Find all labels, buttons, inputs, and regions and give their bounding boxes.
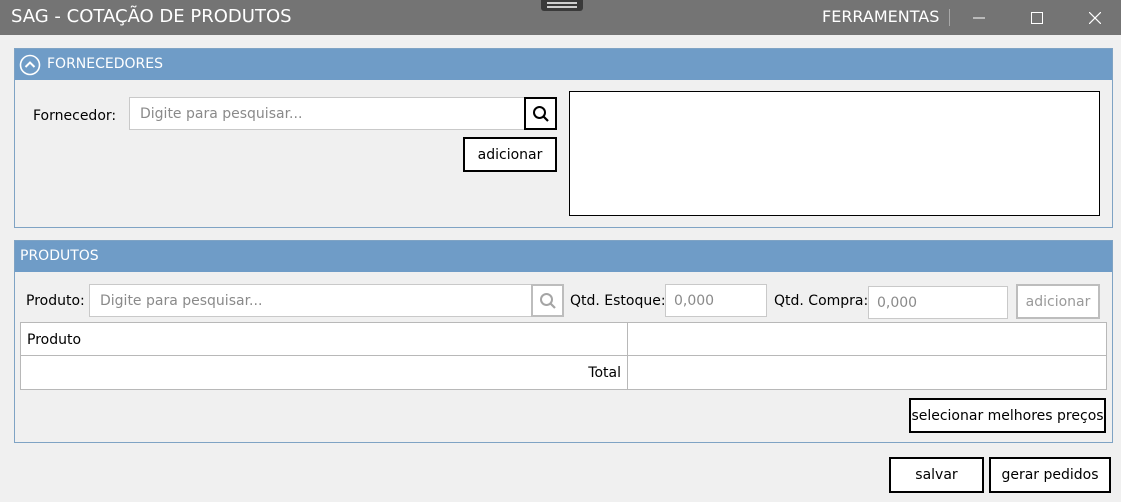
produtos-header: PRODUTOS [15,241,1112,272]
qtd-estoque-field[interactable]: 0,000 [665,284,767,317]
qtd-compra-field[interactable]: 0,000 [868,286,1008,319]
qtd-estoque-value: 0,000 [674,292,715,309]
produtos-title: PRODUTOS [20,248,99,264]
qtd-compra-label: Qtd. Compra: [774,293,869,309]
table-header-row: Produto [21,323,1106,356]
window-title: SAG - COTAÇÃO DE PRODUTOS [11,6,292,27]
produto-search-placeholder: Digite para pesquisar... [100,292,263,309]
total-label: Total [588,364,621,381]
drag-grip-icon[interactable] [541,0,583,11]
fornecedor-search-button[interactable] [524,97,557,130]
fornecedores-panel: FORNECEDORES Fornecedor: Digite para pes… [14,48,1113,228]
select-best-prices-button[interactable]: selecionar melhores preços [909,398,1106,433]
generate-orders-button[interactable]: gerar pedidos [989,457,1111,493]
fornecedor-label: Fornecedor: [33,108,117,124]
table-column-divider [627,323,628,389]
fornecedores-title: FORNECEDORES [47,56,163,72]
search-icon [532,105,549,122]
column-header-produto[interactable]: Produto [27,323,81,356]
produto-search-button[interactable] [531,284,564,317]
fornecedores-header[interactable]: FORNECEDORES [15,49,1112,80]
table-total-row: Total [21,356,1106,389]
produto-add-button[interactable]: adicionar [1016,284,1100,319]
save-button[interactable]: salvar [889,457,984,493]
search-icon [539,292,556,309]
qtd-estoque-label: Qtd. Estoque: [570,293,666,309]
fornecedores-selected-list[interactable] [569,91,1100,216]
produtos-panel: PRODUTOS Produto: Digite para pesquisar.… [14,240,1113,443]
fornecedor-search-placeholder: Digite para pesquisar... [140,105,303,122]
qtd-compra-value: 0,000 [877,294,918,311]
maximize-button[interactable] [1014,0,1060,35]
minimize-icon [973,17,985,18]
fornecedor-add-button[interactable]: adicionar [463,137,557,172]
window-titlebar[interactable]: SAG - COTAÇÃO DE PRODUTOS FERRAMENTAS [0,0,1121,35]
minimize-button[interactable] [956,0,1002,35]
produtos-table[interactable]: Produto Total [20,322,1107,390]
produto-search-input[interactable]: Digite para pesquisar... [89,284,533,317]
close-button[interactable] [1072,0,1118,35]
produto-label: Produto: [26,293,85,309]
menu-ferramentas[interactable]: FERRAMENTAS [822,7,939,26]
titlebar-divider [949,9,950,26]
close-icon [1089,11,1101,24]
maximize-icon [1031,11,1043,24]
chevron-up-circle-icon[interactable] [19,54,41,76]
fornecedor-search-input[interactable]: Digite para pesquisar... [129,97,525,130]
